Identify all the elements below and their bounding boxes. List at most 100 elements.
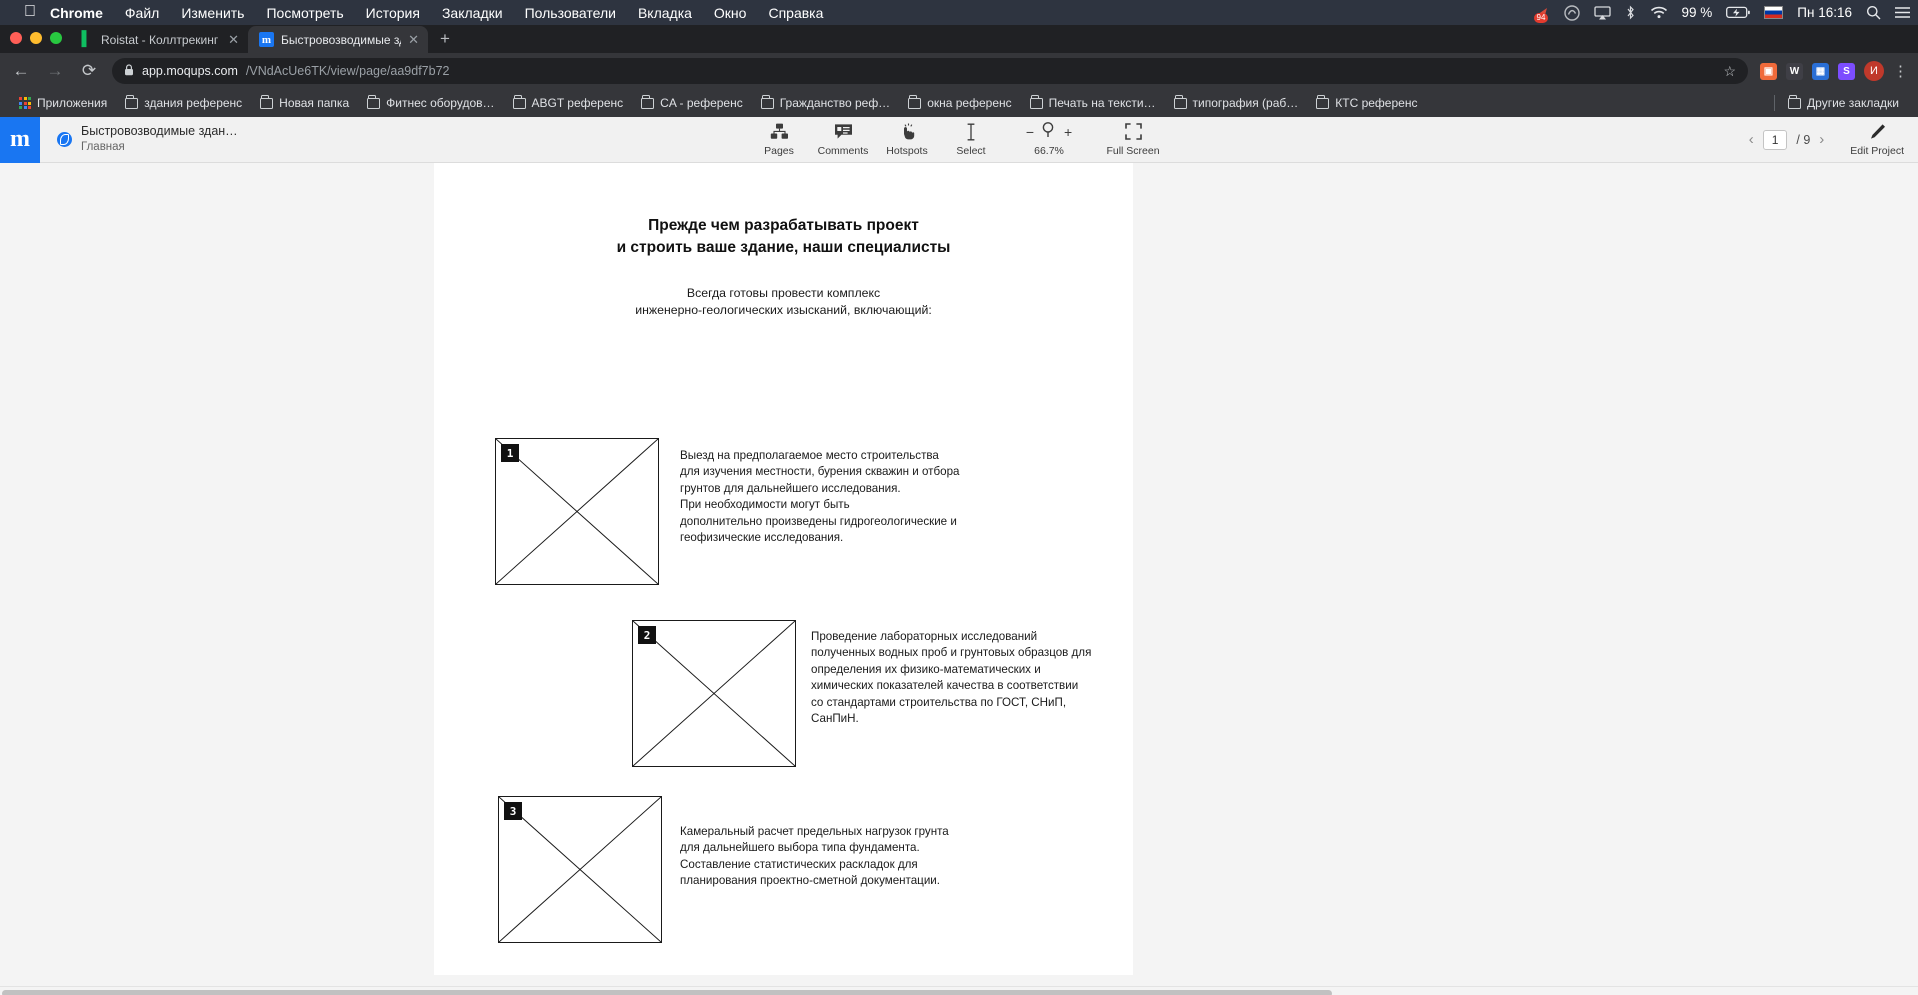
search-icon[interactable] (1866, 5, 1881, 20)
bookmark-label: Другие закладки (1807, 96, 1899, 110)
menu-profiles[interactable]: Пользователи (525, 5, 616, 21)
url-domain: app.moqups.com (142, 64, 238, 78)
bluetooth-icon[interactable] (1625, 5, 1636, 20)
bookmark-other[interactable]: Другие закладки (1779, 95, 1908, 110)
project-title: Быстровозводимые здан… (81, 124, 238, 139)
content-block-3: 3 Камеральный расчет предельных нагрузок… (498, 796, 955, 943)
bookmark-ca-referens[interactable]: CA - референс (632, 95, 752, 110)
bookmark-zdaniya-referens[interactable]: здания референс (116, 95, 251, 110)
close-icon[interactable]: ✕ (228, 32, 239, 48)
zoom-in-button[interactable]: + (1064, 124, 1072, 140)
menu-window[interactable]: Окно (714, 5, 747, 21)
menu-bookmarks[interactable]: Закладки (442, 5, 503, 21)
bookmark-kts-referens[interactable]: КТС референс (1307, 95, 1426, 110)
apple-logo-icon[interactable]:  (24, 3, 36, 20)
kebab-menu-icon[interactable]: ⋮ (1893, 62, 1908, 80)
page-number-input[interactable]: 1 (1762, 129, 1788, 150)
forward-button[interactable]: → (44, 61, 66, 81)
page-title-line2: и строить ваше здание, наши специалисты (616, 239, 951, 256)
content-block-2: 2 Проведение лабораторных исследований п… (632, 620, 1101, 767)
menu-bar-clock[interactable]: Пн 16:16 (1797, 5, 1852, 20)
back-button[interactable]: ← (10, 61, 32, 81)
folder-icon (1173, 95, 1187, 109)
minimize-window-button[interactable] (30, 32, 42, 44)
viewer-toolbar: Pages Comments Hotspots Select − + 66.7%… (747, 121, 1171, 157)
bookmark-tipografiya[interactable]: типография (раб… (1165, 95, 1308, 110)
divider (1774, 95, 1776, 111)
menu-history[interactable]: История (366, 5, 420, 21)
tool-label: Full Screen (1106, 145, 1160, 157)
magnifier-icon[interactable] (1041, 121, 1057, 143)
edit-project-button[interactable]: Edit Project (1850, 123, 1904, 157)
image-placeholder-2[interactable]: 2 (632, 620, 796, 767)
select-button[interactable]: Select (939, 122, 1003, 157)
menu-tab[interactable]: Вкладка (638, 5, 692, 21)
extension-wikipedia-icon[interactable]: W (1786, 62, 1803, 80)
image-placeholder-1[interactable]: 1 (495, 438, 659, 585)
chevron-right-icon[interactable]: › (1819, 131, 1824, 148)
bookmark-novaya-papka[interactable]: Новая папка (251, 95, 358, 110)
browser-tab-roistat[interactable]: ▌ Roistat - Коллтрекинг - Истор ✕ (68, 26, 248, 53)
sitemap-icon (770, 122, 789, 141)
close-icon[interactable]: ✕ (408, 32, 419, 48)
notification-badge: 94 (1533, 12, 1549, 23)
macos-status-area: 94 99 % Пн 16:16 (1532, 0, 1910, 25)
image-placeholder-3[interactable]: 3 (498, 796, 662, 943)
tool-label: Select (956, 145, 986, 157)
close-window-button[interactable] (10, 32, 22, 44)
maximize-window-button[interactable] (50, 32, 62, 44)
bookmark-okna-referens[interactable]: окна референс (899, 95, 1020, 110)
address-bar[interactable]: app.moqups.com/VNdAcUe6TK/view/page/aa9d… (112, 58, 1748, 84)
arrow-up-red-icon[interactable]: 94 (1532, 6, 1550, 23)
extension-1-icon[interactable]: ▣ (1760, 62, 1777, 80)
extension-3-icon[interactable]: ▦ (1812, 62, 1829, 80)
bookmark-fitnes-oborudovanie[interactable]: Фитнес оборудов… (358, 95, 503, 110)
roistat-icon: ▌ (81, 31, 92, 47)
chrome-browser-window: ▌ Roistat - Коллтрекинг - Истор ✕ m Быст… (0, 25, 1918, 117)
project-page-name: Главная (81, 141, 125, 154)
new-tab-button[interactable]: + (428, 29, 460, 53)
scrollbar-thumb[interactable] (2, 990, 1332, 995)
pages-button[interactable]: Pages (747, 122, 811, 157)
wifi-icon[interactable] (1650, 6, 1668, 19)
menu-edit[interactable]: Изменить (181, 5, 244, 21)
block-number-badge: 3 (504, 802, 522, 820)
comments-button[interactable]: Comments (811, 122, 875, 157)
control-center-icon[interactable] (1895, 6, 1910, 19)
browser-tab-moqups[interactable]: m Быстровозводимые здания (П ✕ (248, 26, 428, 53)
moqups-logo[interactable]: m (0, 116, 40, 163)
bookmark-label: ABGT референс (531, 96, 624, 110)
tool-label: Pages (764, 145, 794, 157)
bookmark-abgt-referens[interactable]: ABGT референс (504, 95, 633, 110)
hotspots-button[interactable]: Hotspots (875, 122, 939, 157)
expand-icon (1124, 122, 1142, 141)
content-block-1: 1 Выезд на предполагаемое место строител… (495, 438, 960, 585)
profile-avatar[interactable]: И (1864, 61, 1884, 81)
extension-4-icon[interactable]: S (1838, 62, 1855, 80)
tool-label: Edit Project (1850, 144, 1904, 157)
tool-label: Hotspots (886, 145, 928, 157)
zoom-out-button[interactable]: − (1026, 124, 1034, 140)
chevron-left-icon[interactable]: ‹ (1749, 131, 1754, 148)
folder-icon (1316, 95, 1330, 109)
bookmark-grazhdanstvo[interactable]: Гражданство реф… (752, 95, 899, 110)
horizontal-scrollbar[interactable] (0, 986, 1918, 995)
menu-file[interactable]: Файл (125, 5, 159, 21)
bookmark-pechat-na-tekstile[interactable]: Печать на тексти… (1021, 95, 1165, 110)
block-text-3: Камеральный расчет предельных нагрузок г… (680, 825, 949, 888)
zoom-level: 66.7% (1034, 145, 1064, 157)
airplay-icon[interactable] (1593, 5, 1611, 20)
zoom-control: − + 66.7% (1003, 121, 1095, 157)
menu-help[interactable]: Справка (768, 5, 823, 21)
extension-icons: ▣ W ▦ S И ⋮ (1760, 61, 1908, 81)
flag-ru-icon[interactable] (1764, 6, 1784, 19)
mockup-viewport[interactable]: Прежде чем разрабатывать проект и строит… (0, 163, 1918, 986)
star-icon[interactable]: ☆ (1723, 63, 1736, 80)
battery-charging-icon[interactable] (1726, 6, 1751, 19)
reload-button[interactable]: ⟳ (78, 61, 100, 81)
fullscreen-button[interactable]: Full Screen (1095, 122, 1171, 157)
menu-chrome[interactable]: Chrome (50, 5, 103, 21)
creative-cloud-icon[interactable] (1563, 4, 1580, 21)
bookmark-apps[interactable]: Приложения (10, 96, 116, 110)
menu-view[interactable]: Посмотреть (266, 5, 343, 21)
